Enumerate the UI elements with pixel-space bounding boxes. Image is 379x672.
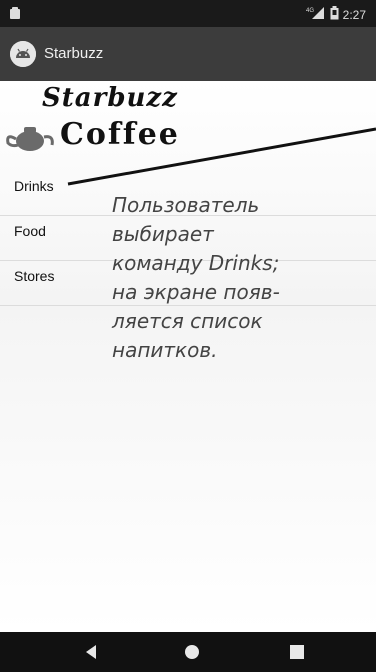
status-time: 2:27: [342, 7, 366, 22]
annotation-text: Пользователь выбирает команду Drinks; на…: [112, 193, 280, 362]
back-icon[interactable]: [84, 644, 98, 665]
app-bar: Starbuzz: [0, 27, 376, 81]
svg-text:4G: 4G: [306, 8, 314, 14]
navigation-bar: [0, 632, 376, 672]
android-icon: [9, 6, 21, 23]
android-icon[interactable]: [10, 41, 36, 67]
signal-icon: 4G: [306, 6, 326, 23]
home-icon[interactable]: [184, 644, 200, 665]
battery-icon: [330, 6, 339, 23]
status-bar: 4G 2:27: [0, 0, 376, 27]
main-content: Starbuzz Coffee Drinks Food Stores Польз…: [0, 81, 376, 632]
recents-icon[interactable]: [290, 645, 304, 664]
phone-screen: 4G 2:27 Starbuzz Starbuzz Coffee Drinks …: [0, 0, 376, 672]
app-title: Starbuzz: [44, 45, 104, 62]
